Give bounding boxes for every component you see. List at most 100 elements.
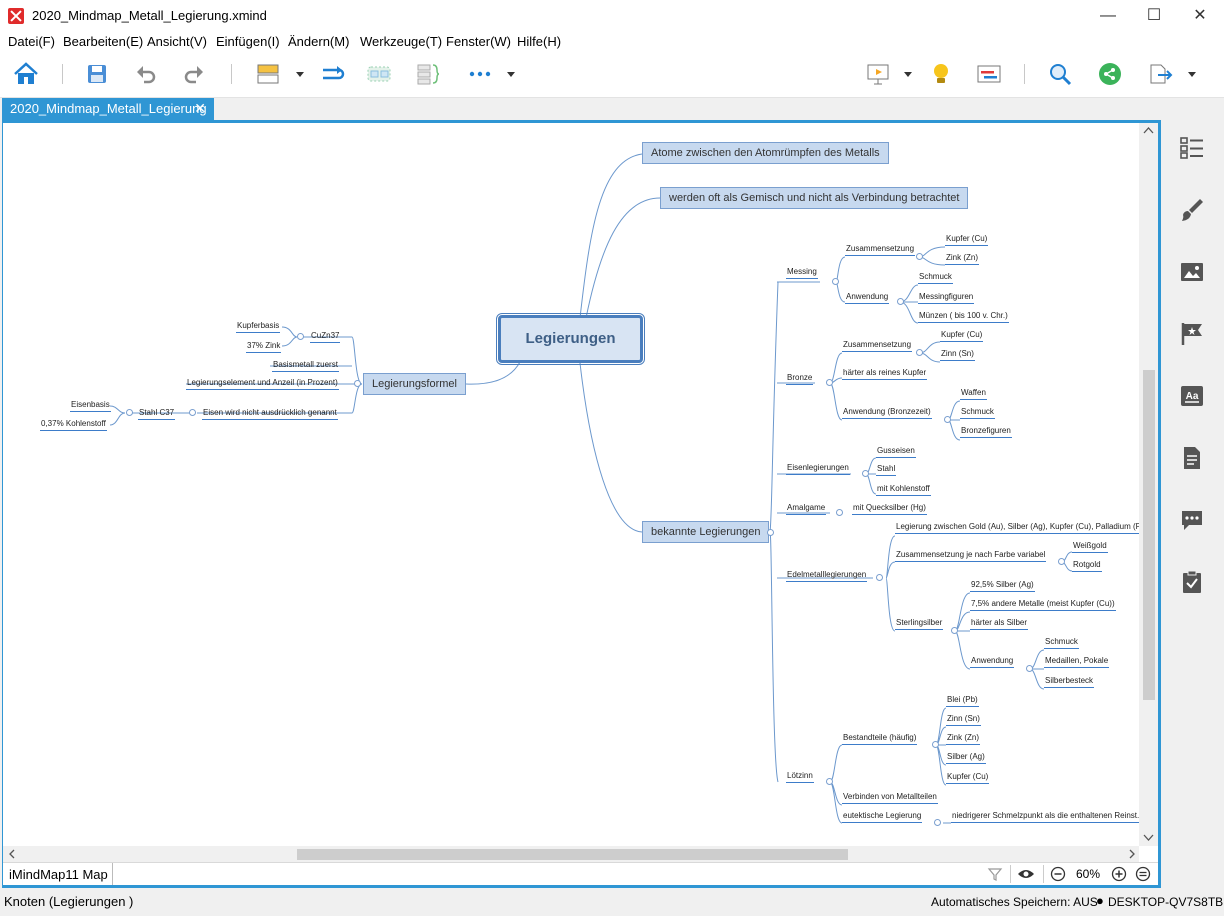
topic-atome[interactable]: Atome zwischen den Atomrümpfen des Metal… <box>642 142 889 164</box>
subtopic[interactable]: 7,5% andere Metalle (meist Kupfer (Cu)) <box>970 599 1116 611</box>
zoom-in-icon[interactable] <box>1111 866 1127 882</box>
collapse-toggle[interactable] <box>934 819 941 826</box>
subtopic[interactable]: Blei (Pb) <box>946 695 979 707</box>
collapse-toggle[interactable] <box>876 574 883 581</box>
subtopic[interactable]: Medaillen, Pokale <box>1044 656 1110 668</box>
outline-icon[interactable] <box>1180 136 1204 160</box>
subtopic[interactable]: Zinn (Sn) <box>946 714 981 726</box>
topic-legierungsformel[interactable]: Legierungsformel <box>363 373 466 395</box>
subtopic[interactable]: Legierung zwischen Gold (Au), Silber (Ag… <box>895 522 1139 534</box>
subtopic[interactable]: Zusammensetzung <box>845 244 916 256</box>
subtopic[interactable]: Amalgame <box>786 503 827 515</box>
central-topic[interactable]: Legierungen <box>496 313 645 365</box>
collapse-toggle[interactable] <box>951 627 958 634</box>
subtopic[interactable]: CuZn37 <box>310 331 341 343</box>
fit-map-icon[interactable] <box>1135 866 1151 882</box>
minimize-button[interactable]: — <box>1085 0 1131 32</box>
subtopic[interactable]: Messing <box>786 267 818 279</box>
menu-aendern[interactable]: Ändern(M) <box>288 34 349 49</box>
close-button[interactable]: ✕ <box>1177 0 1223 32</box>
scroll-left-icon[interactable] <box>5 846 19 862</box>
share-icon[interactable] <box>1096 60 1124 88</box>
collapse-toggle[interactable] <box>916 253 923 260</box>
collapse-toggle[interactable] <box>826 778 833 785</box>
comment-icon[interactable] <box>1180 508 1204 532</box>
collapse-toggle[interactable] <box>832 278 839 285</box>
topic-gemisch[interactable]: werden oft als Gemisch und nicht als Ver… <box>660 187 969 209</box>
subtopic[interactable]: Eisenbasis <box>70 400 111 412</box>
subtopic[interactable]: Bestandteile (häufig) <box>842 733 918 745</box>
text-style-icon[interactable]: Aa <box>1180 384 1204 408</box>
subtopic[interactable]: 92,5% Silber (Ag) <box>970 580 1035 592</box>
tab-mindmap[interactable]: 2020_Mindmap_Metall_Legierung ✕ <box>2 98 214 120</box>
horizontal-scrollbar[interactable] <box>3 846 1139 862</box>
subtopic[interactable]: eutektische Legierung <box>842 811 923 823</box>
subtopic[interactable]: Weißgold <box>1072 541 1108 553</box>
presentation-dropdown-chevron-icon[interactable] <box>902 60 914 88</box>
structure-dropdown-chevron-icon[interactable] <box>294 60 306 88</box>
boundary-icon[interactable] <box>365 60 393 88</box>
vertical-scrollbar[interactable] <box>1139 123 1158 846</box>
horizontal-scroll-thumb[interactable] <box>297 849 848 860</box>
subtopic[interactable]: Kupfer (Cu) <box>945 234 989 246</box>
subtopic[interactable]: niedrigerer Schmelzpunkt als die enthalt… <box>951 811 1139 823</box>
mindmap-canvas[interactable]: Legierungen Atome zwischen den Atomrümpf… <box>3 123 1139 846</box>
collapse-toggle[interactable] <box>189 409 196 416</box>
collapse-toggle[interactable] <box>1026 665 1033 672</box>
subtopic[interactable]: Anwendung (Bronzezeit) <box>842 407 932 419</box>
subtopic[interactable]: Schmuck <box>1044 637 1079 649</box>
maximize-button[interactable]: ☐ <box>1131 0 1177 32</box>
scroll-right-icon[interactable] <box>1125 846 1139 862</box>
marker-flag-icon[interactable] <box>1180 322 1204 346</box>
subtopic[interactable]: 37% Zink <box>246 341 282 353</box>
subtopic[interactable]: Silber (Ag) <box>946 752 986 764</box>
subtopic[interactable]: Zusammensetzung <box>842 340 913 352</box>
subtopic[interactable]: Gusseisen <box>876 446 916 458</box>
subtopic[interactable]: mit Quecksilber (Hg) <box>852 503 927 515</box>
subtopic[interactable]: Messingfiguren <box>918 292 975 304</box>
presentation-icon[interactable] <box>864 60 892 88</box>
sheet-tab[interactable]: iMindMap11 Map <box>5 863 113 885</box>
menu-werkzeuge[interactable]: Werkzeuge(T) <box>360 34 442 49</box>
subtopic[interactable]: Kupferbasis <box>236 321 281 333</box>
search-icon[interactable] <box>1047 60 1075 88</box>
subtopic[interactable]: Stahl <box>876 464 897 476</box>
save-icon[interactable] <box>84 60 110 88</box>
more-dropdown-chevron-icon[interactable] <box>505 60 517 88</box>
menu-fenster[interactable]: Fenster(W) <box>446 34 511 49</box>
collapse-toggle[interactable] <box>836 509 843 516</box>
filter-icon[interactable] <box>987 866 1003 882</box>
subtopic[interactable]: Schmuck <box>960 407 995 419</box>
export-icon[interactable] <box>1146 60 1174 88</box>
subtopic[interactable]: Waffen <box>960 388 987 400</box>
subtopic[interactable]: Münzen ( bis 100 v. Chr.) <box>918 311 1009 323</box>
tab-close-icon[interactable]: ✕ <box>194 100 206 117</box>
scroll-up-icon[interactable] <box>1139 124 1158 138</box>
zoom-out-icon[interactable] <box>1050 866 1066 882</box>
format-brush-icon[interactable] <box>1180 198 1204 222</box>
collapse-toggle[interactable] <box>297 333 304 340</box>
subtopic[interactable]: Schmuck <box>918 272 953 284</box>
subtopic[interactable]: 0,37% Kohlenstoff <box>40 419 107 431</box>
export-dropdown-chevron-icon[interactable] <box>1186 60 1198 88</box>
undo-icon[interactable] <box>133 60 159 88</box>
subtopic[interactable]: Sterlingsilber <box>895 618 944 630</box>
subtopic[interactable]: Anwendung <box>970 656 1015 668</box>
home-icon[interactable] <box>12 60 40 88</box>
more-icon[interactable] <box>466 60 494 88</box>
subtopic[interactable]: Eisen wird nicht ausdrücklich genannt <box>202 408 338 420</box>
subtopic[interactable]: mit Kohlenstoff <box>876 484 931 496</box>
subtopic[interactable]: Kupfer (Cu) <box>946 772 990 784</box>
menu-datei[interactable]: Datei(F) <box>8 34 55 49</box>
subtopic[interactable]: Lötzinn <box>786 771 814 783</box>
collapse-toggle[interactable] <box>826 379 833 386</box>
relationship-icon[interactable] <box>318 60 346 88</box>
image-icon[interactable] <box>1180 260 1204 284</box>
subtopic[interactable]: härter als Silber <box>970 618 1029 630</box>
collapse-toggle[interactable] <box>767 529 774 536</box>
collapse-toggle[interactable] <box>126 409 133 416</box>
redo-icon[interactable] <box>181 60 207 88</box>
subtopic[interactable]: Zink (Zn) <box>946 733 980 745</box>
collapse-toggle[interactable] <box>354 380 361 387</box>
status-autosave[interactable]: Automatisches Speichern: AUS <box>931 895 1098 909</box>
